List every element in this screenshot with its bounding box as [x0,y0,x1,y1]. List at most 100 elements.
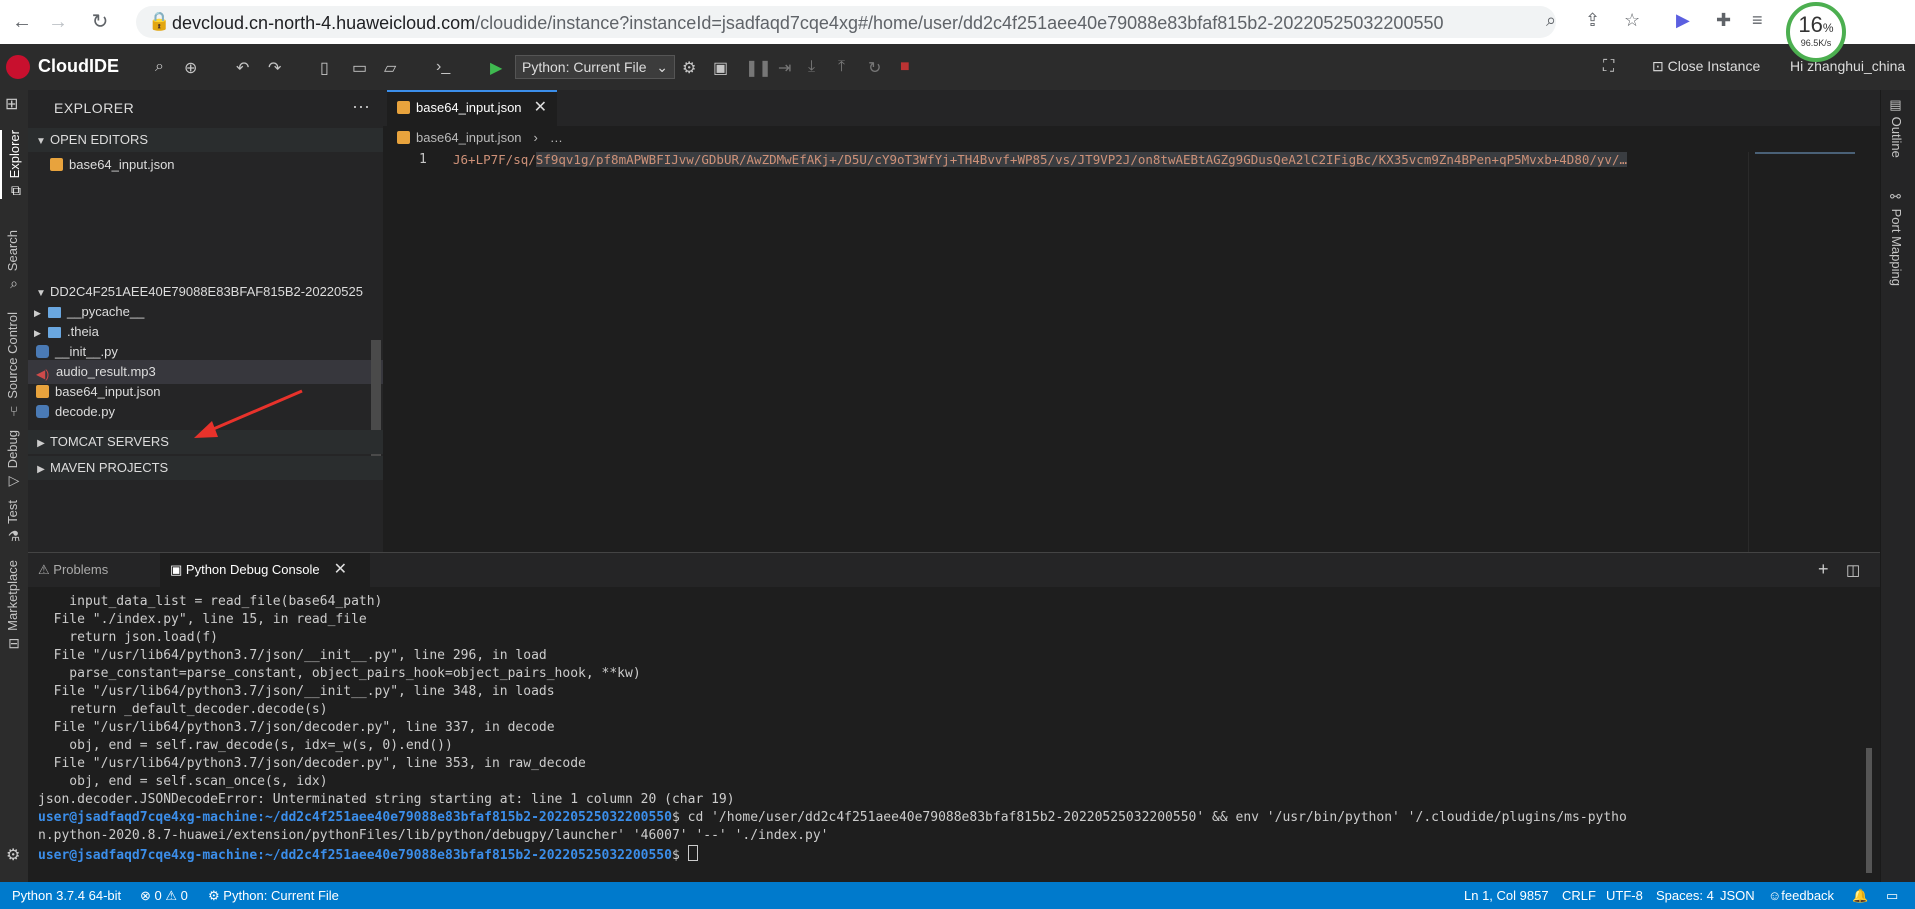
language-mode-status[interactable]: JSON [1720,882,1755,909]
editor-tab-active[interactable]: base64_input.json ✕ [387,90,557,126]
eol-status[interactable]: CRLF [1562,882,1596,909]
url-text[interactable]: devcloud.cn-north-4.huaweicloud.com/clou… [172,13,1444,34]
forward-icon[interactable]: → [46,10,70,34]
open-folder-icon[interactable]: ▱ [384,58,396,78]
tree-item-file[interactable]: decode.py [28,400,391,424]
terminal-output[interactable]: input_data_list = read_file(base64_path)… [38,593,1868,883]
tab-python-debug-console[interactable]: ▣ Python Debug Console ✕ [160,553,370,587]
editor-tab-bar: base64_input.json ✕ [383,90,1880,126]
activity-debug[interactable]: Debug ▷ [0,430,28,489]
zoom-icon[interactable]: ⌕ [1546,10,1556,31]
console-icon: ▣ [170,562,186,577]
terminal-line: File "./index.py", line 15, in read_file [38,612,367,627]
code-line[interactable]: J6+LP7F/sq/Sf9qv1g/pf8mAPWBFIJvw/GDbUR/A… [453,152,1743,167]
new-folder-icon[interactable]: ▭ [352,58,367,78]
debug-icon: ⚙ [208,888,224,903]
network-speed-widget: 16% 96.5K/s [1786,2,1846,62]
split-terminal-icon[interactable]: ◫ [1846,561,1860,579]
undo-icon[interactable]: ↶ [236,58,249,78]
minimap[interactable] [1748,152,1861,552]
add-terminal-icon[interactable]: + [1818,559,1829,580]
lock-icon[interactable]: 🔒 [148,11,170,32]
notifications-bell-icon[interactable]: 🔔 [1852,882,1868,909]
port-mapping-icon: ⚯ [1889,190,1904,209]
tomcat-servers-section[interactable]: ▶ TOMCAT SERVERS [28,430,383,454]
debug-console-icon[interactable]: ▣ [713,58,728,78]
zoom-search-icon[interactable]: ⊕ [184,58,197,78]
step-into-icon[interactable]: ⤓ [808,58,815,76]
terminal-scrollbar[interactable] [1866,748,1872,873]
search-icon[interactable]: ⌕ [155,58,164,76]
chevron-right-icon: ▶ [37,464,45,475]
chevron-down-icon: ⌄ [656,59,668,75]
extensions-puzzle-icon[interactable]: ✚ [1716,10,1731,31]
breadcrumb[interactable]: base64_input.json ›… [397,130,563,145]
chevron-right-icon: › [533,130,538,145]
terminal-line: File "/usr/lib64/python3.7/json/decoder.… [38,756,586,771]
encoding-status[interactable]: UTF-8 [1606,882,1643,909]
new-file-icon[interactable]: ▯ [320,58,329,78]
close-icon[interactable]: ✕ [334,561,347,578]
terminal-input-line[interactable]: user@jsadfaqd7cqe4xg-machine:~/dd2c4f251… [38,845,1868,863]
layout-icon[interactable]: ▭ [1886,882,1898,909]
warning-icon: ⚠ [38,562,54,577]
run-config-select[interactable]: Python: Current File ⌄ [515,55,675,79]
python-interpreter-status[interactable]: Python 3.7.4 64-bit [12,882,121,909]
flask-icon: ⚗ [7,527,21,544]
terminal-line: return json.load(f) [38,630,219,645]
apps-grid-icon[interactable]: ⊞ [5,94,18,114]
close-instance-button[interactable]: ⊡ Close Instance [1652,58,1760,75]
close-icon[interactable]: ✕ [534,92,547,124]
terminal-icon[interactable]: ›_ [436,58,450,76]
problems-status[interactable]: ⊗ 0 ⚠ 0 [140,882,188,909]
panel-tab-bar: ⚠ Problems ▣ Python Debug Console ✕ + ◫ [28,553,1880,587]
outline-panel-toggle[interactable]: ▤ Outline [1889,98,1904,158]
settings-gear-icon[interactable]: ⚙ [6,845,20,865]
stop-icon[interactable]: ■ [900,58,910,76]
search-icon: ⌕ [10,275,18,292]
browser-toolbar: ← → ↻ 🔒 devcloud.cn-north-4.huaweicloud.… [0,0,1915,62]
port-mapping-toggle[interactable]: ⚯ Port Mapping [1889,190,1904,286]
chevron-down-icon: ▼ [36,136,46,147]
python-file-icon [36,405,49,418]
step-out-icon[interactable]: ⤒ [838,58,845,76]
terminal-command-line: user@jsadfaqd7cqe4xg-machine:~/dd2c4f251… [38,810,1627,825]
back-icon[interactable]: ← [10,10,34,34]
status-bar: Python 3.7.4 64-bit ⊗ 0 ⚠ 0 ⚙ Python: Cu… [0,882,1915,909]
step-over-icon[interactable]: ⇥ [778,58,791,78]
run-config-status[interactable]: ⚙ Python: Current File [208,882,339,909]
maven-projects-section[interactable]: ▶ MAVEN PROJECTS [28,456,383,480]
cursor-position-status[interactable]: Ln 1, Col 9857 [1464,882,1549,909]
redo-icon[interactable]: ↷ [268,58,281,78]
settings-gear-icon[interactable]: ⚙ [682,58,696,78]
restart-icon[interactable]: ↻ [868,58,881,78]
terminal-line: parse_constant=parse_constant, object_pa… [38,666,641,681]
share-icon[interactable]: ⇪ [1585,10,1600,31]
reload-icon[interactable]: ↻ [88,10,112,34]
terminal-prompt: user@jsadfaqd7cqe4xg-machine:~/dd2c4f251… [38,848,672,863]
activity-search[interactable]: Search ⌕ [0,230,28,292]
python-file-icon [36,345,49,358]
minimap-line [1755,152,1855,154]
reading-list-icon[interactable]: ≡ [1752,10,1763,31]
address-bar[interactable]: 🔒 devcloud.cn-north-4.huaweicloud.com/cl… [136,6,1556,38]
huawei-logo-icon [6,55,30,79]
activity-source-control[interactable]: Source Control ⑂ [0,312,28,419]
extension-play-icon[interactable]: ▶ [1676,10,1690,31]
open-editor-item[interactable]: base64_input.json [28,153,405,177]
activity-test[interactable]: Test ⚗ [0,500,28,545]
terminal-line: File "/usr/lib64/python3.7/json/decoder.… [38,720,555,735]
bookmark-star-icon[interactable]: ☆ [1624,10,1640,31]
more-actions-icon[interactable]: ··· [352,96,370,117]
terminal-line: input_data_list = read_file(base64_path) [38,594,383,609]
run-icon[interactable]: ▶ [490,58,502,78]
pause-icon[interactable]: ❚❚ [745,58,772,78]
open-editors-section[interactable]: ▼ OPEN EDITORS [28,128,383,152]
fullscreen-icon[interactable]: ⛶ [1603,58,1614,76]
tab-problems[interactable]: ⚠ Problems [28,553,168,587]
indentation-status[interactable]: Spaces: 4 [1656,882,1714,909]
close-instance-icon: ⊡ [1652,58,1668,74]
activity-marketplace[interactable]: Marketplace ⊟ [0,560,28,652]
feedback-button[interactable]: ☺feedback [1768,882,1834,909]
activity-explorer[interactable]: Explorer ⧉ [0,130,30,200]
